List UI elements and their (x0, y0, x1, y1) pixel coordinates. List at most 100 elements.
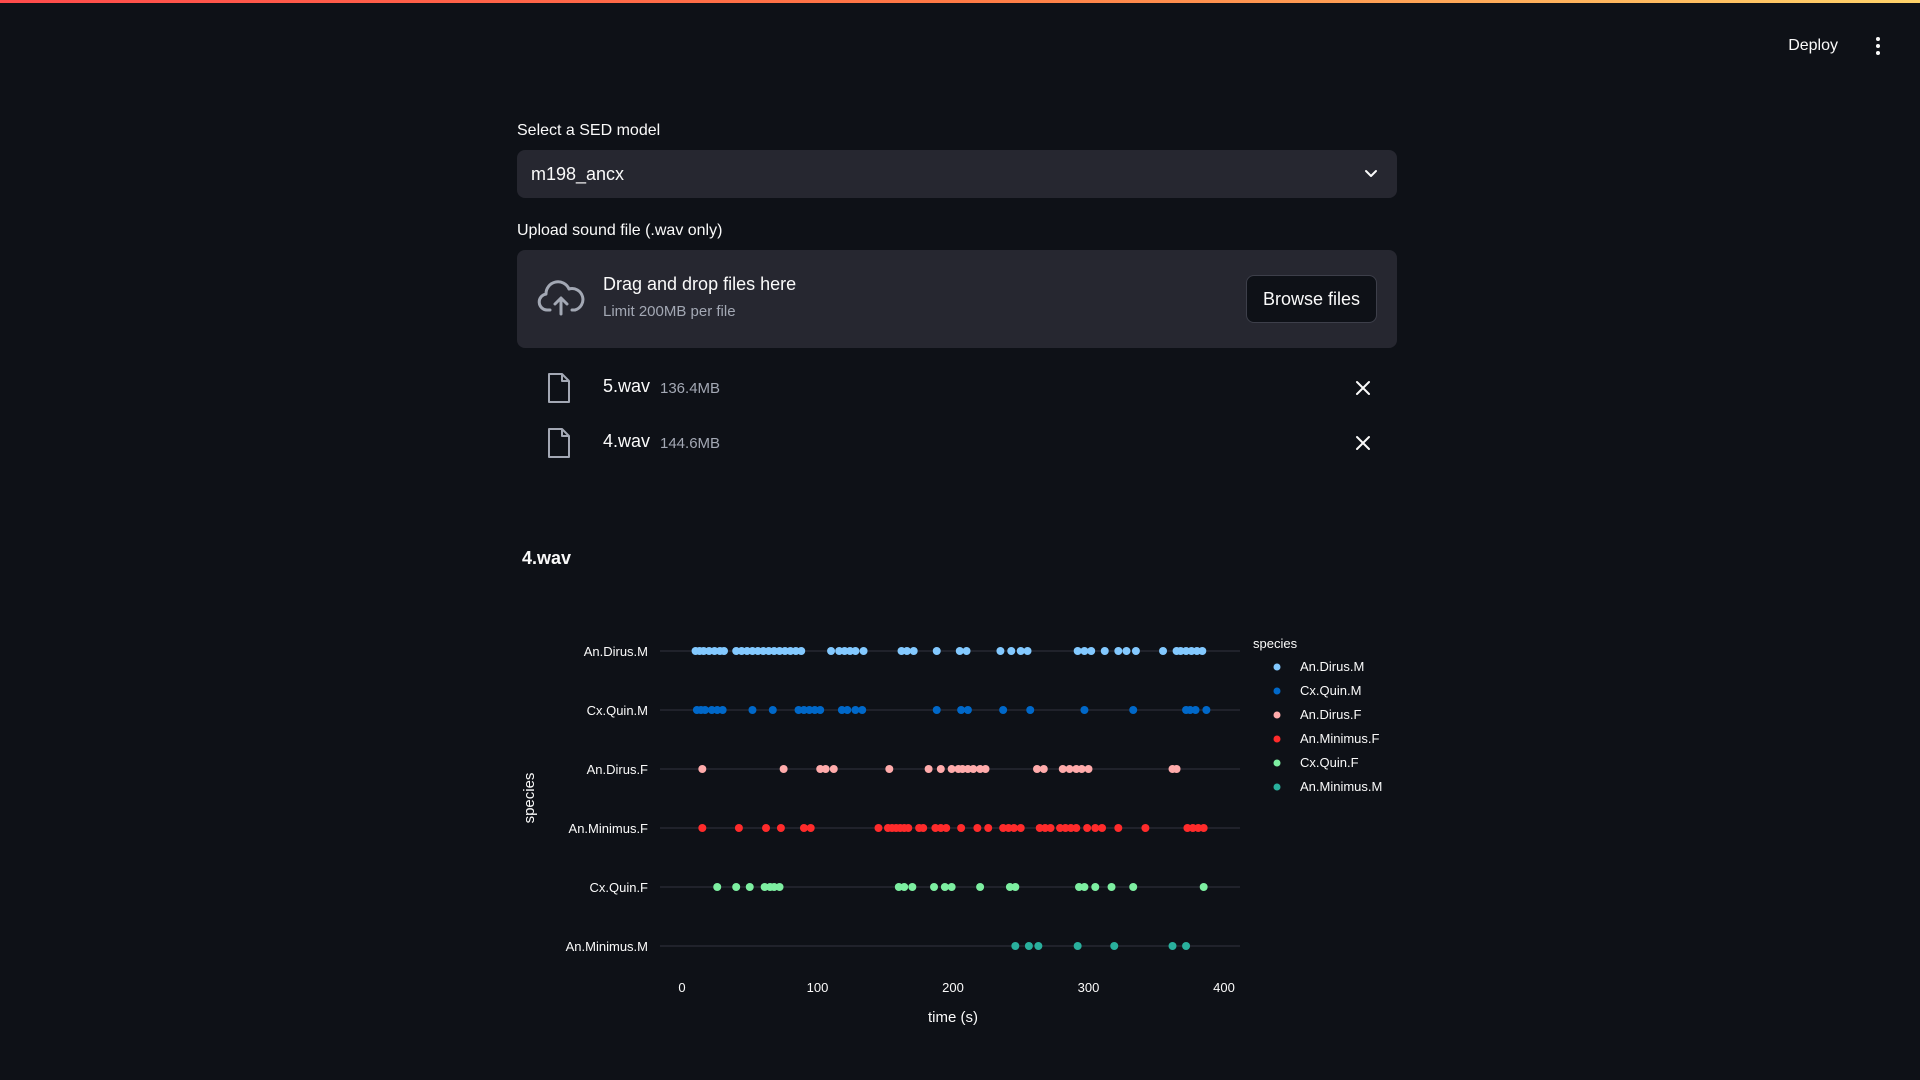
y-tick-label: Cx.Quin.F (589, 880, 648, 895)
legend-swatch (1273, 663, 1281, 671)
data-point (1016, 824, 1025, 832)
result-heading: 4.wav (522, 548, 572, 568)
chevron-down-icon (1365, 170, 1377, 177)
y-tick-label: An.Minimus.M (566, 939, 648, 954)
data-point (1191, 706, 1200, 714)
data-point (858, 706, 867, 714)
legend-label: An.Dirus.F (1300, 707, 1361, 722)
data-point (1011, 883, 1020, 891)
data-point (908, 883, 917, 891)
remove-file-icon[interactable] (1353, 378, 1373, 398)
data-point (1080, 706, 1089, 714)
data-point (936, 765, 945, 773)
model-select[interactable]: m198_ancx (517, 150, 1397, 198)
data-point (1091, 883, 1100, 891)
data-point (829, 765, 838, 773)
data-point (797, 647, 806, 655)
legend-swatch (1273, 759, 1281, 767)
y-tick-label: An.Dirus.M (584, 644, 648, 659)
data-point (904, 824, 913, 832)
data-point (963, 706, 972, 714)
data-point (999, 706, 1008, 714)
data-point (1007, 647, 1016, 655)
data-point (1100, 647, 1109, 655)
browse-files-button[interactable]: Browse files (1246, 275, 1377, 323)
species-timeline-chart: An.Dirus.M Cx.Quin.M An.Dirus.F An.Minimus.… (521, 636, 1382, 1026)
data-point (1026, 706, 1035, 714)
data-point (924, 765, 933, 773)
dropzone-title: Drag and drop files here (603, 274, 797, 294)
header-toolbar: Deploy (1780, 28, 1890, 64)
data-point (768, 706, 777, 714)
file-dropzone[interactable]: Drag and drop files here Limit 200MB per… (517, 250, 1397, 348)
data-point (885, 765, 894, 773)
uploaded-file-row: 4.wav 144.6MB (517, 415, 1397, 470)
data-point (821, 765, 830, 773)
data-point (732, 883, 741, 891)
legend-label: Cx.Quin.M (1300, 683, 1361, 698)
data-point (827, 647, 836, 655)
legend-label: An.Minimus.M (1300, 779, 1382, 794)
data-point (748, 706, 757, 714)
data-point (1087, 647, 1096, 655)
data-point (762, 824, 771, 832)
data-point (1023, 647, 1032, 655)
legend-label: Cx.Quin.F (1300, 755, 1359, 770)
data-point (1198, 647, 1207, 655)
file-size: 136.4MB (660, 380, 721, 397)
data-point (909, 647, 918, 655)
data-point (1024, 942, 1033, 950)
data-point (1039, 765, 1048, 773)
remove-file-icon[interactable] (1353, 433, 1373, 453)
model-select-value: m198_ancx (531, 163, 625, 184)
data-point (1129, 883, 1138, 891)
legend-label: An.Minimus.F (1300, 731, 1380, 746)
data-point (1114, 824, 1123, 832)
y-tick-label: Cx.Quin.M (587, 703, 648, 718)
data-point (1172, 765, 1181, 773)
file-size: 144.6MB (660, 435, 721, 452)
kebab-menu-icon[interactable] (1866, 34, 1890, 58)
legend-swatch (1273, 735, 1281, 743)
data-point (976, 883, 985, 891)
data-point (1107, 883, 1116, 891)
uploader-label: Upload sound file (.wav only) (517, 222, 723, 239)
legend-label: An.Dirus.M (1300, 659, 1364, 674)
data-point (919, 824, 928, 832)
dropzone-limit: Limit 200MB per file (603, 303, 736, 320)
data-point (843, 706, 852, 714)
data-point (718, 706, 727, 714)
data-point (942, 824, 951, 832)
data-point (779, 765, 788, 773)
data-point (874, 824, 883, 832)
data-point (851, 647, 860, 655)
data-point (947, 883, 956, 891)
file-name: 4.wav (603, 431, 651, 451)
model-select-label: Select a SED model (517, 122, 661, 139)
legend-swatch (1273, 687, 1281, 695)
data-point (1182, 942, 1191, 950)
data-point (698, 765, 707, 773)
data-point (973, 824, 982, 832)
data-point (1083, 824, 1092, 832)
data-point (698, 824, 707, 832)
data-point (932, 647, 941, 655)
main-content: Select a SED model m198_ancx Upload soun… (517, 120, 1397, 470)
legend-swatch (1273, 711, 1281, 719)
data-point (1168, 942, 1177, 950)
data-point (720, 647, 729, 655)
data-point (996, 647, 1005, 655)
uploaded-file-row: 5.wav 136.4MB (517, 360, 1397, 415)
legend-title: species (1253, 636, 1298, 651)
data-point (1159, 647, 1168, 655)
y-axis-title: species (521, 773, 538, 824)
data-point (1114, 647, 1123, 655)
data-point (984, 824, 993, 832)
cloud-upload-icon (537, 280, 585, 316)
data-point (1098, 824, 1107, 832)
data-point (932, 706, 941, 714)
x-tick-label: 300 (1078, 980, 1100, 995)
deploy-button[interactable]: Deploy (1780, 31, 1846, 61)
data-point (1073, 942, 1082, 950)
dropzone-instructions: Drag and drop files here Limit 200MB per… (603, 274, 796, 320)
